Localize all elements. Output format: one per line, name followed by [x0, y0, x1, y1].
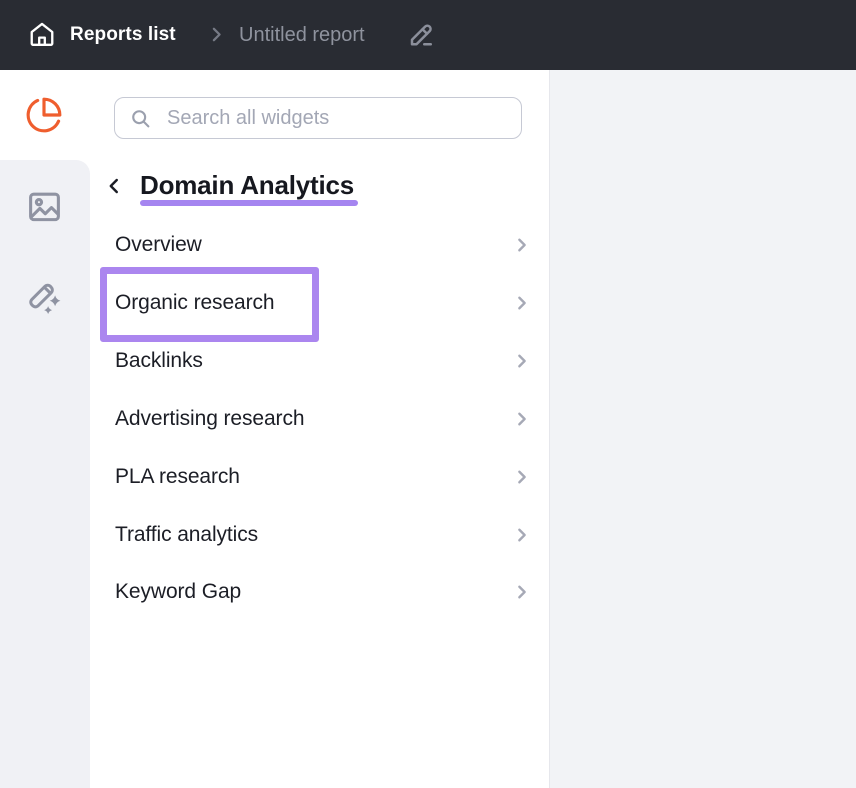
magic-wand-icon	[25, 277, 63, 315]
chevron-right-icon	[513, 468, 531, 486]
menu-item-label: PLA research	[115, 459, 240, 495]
chevron-right-icon	[513, 294, 531, 312]
back-chevron-icon[interactable]	[103, 175, 125, 197]
chevron-right-icon	[513, 583, 531, 601]
menu-item-label: Advertising research	[115, 401, 304, 437]
menu-item-label: Overview	[115, 227, 202, 263]
search-input[interactable]	[115, 98, 521, 138]
widget-search-box	[114, 97, 522, 139]
sidebar-item-images[interactable]	[26, 188, 63, 225]
menu-item-label: Traffic analytics	[115, 517, 258, 553]
sidebar-rail	[0, 160, 90, 788]
chevron-right-icon	[513, 526, 531, 544]
top-header-bar: Reports list Untitled report	[0, 0, 856, 70]
sidebar-item-widgets[interactable]	[0, 70, 90, 160]
edit-pencil-icon[interactable]	[407, 19, 437, 49]
section-title: Domain Analytics	[140, 170, 354, 201]
pie-chart-icon	[25, 96, 63, 134]
chevron-right-icon	[513, 352, 531, 370]
image-icon	[26, 188, 63, 225]
menu-item-keyword-gap[interactable]: Keyword Gap	[100, 574, 545, 610]
home-icon[interactable]	[28, 20, 56, 48]
sidebar-item-ai-tools[interactable]	[25, 277, 63, 315]
chevron-right-icon	[513, 410, 531, 428]
menu-item-pla-research[interactable]: PLA research	[100, 459, 545, 495]
menu-item-label: Keyword Gap	[115, 574, 241, 610]
menu-item-traffic-analytics[interactable]: Traffic analytics	[100, 517, 545, 553]
report-canvas	[549, 70, 856, 788]
report-builder-screen: Reports list Untitled report	[0, 0, 856, 788]
widgets-panel: Domain Analytics Overview Organic resear…	[90, 70, 549, 788]
menu-item-overview[interactable]: Overview	[100, 227, 545, 263]
menu-item-advertising-research[interactable]: Advertising research	[100, 401, 545, 437]
breadcrumb-report-title[interactable]: Untitled report	[239, 0, 365, 70]
menu-item-label: Organic research	[115, 285, 274, 321]
breadcrumb-reports-list[interactable]: Reports list	[70, 0, 176, 70]
menu-item-backlinks[interactable]: Backlinks	[100, 343, 545, 379]
title-underline-annotation	[140, 200, 358, 206]
chevron-right-icon	[513, 236, 531, 254]
menu-item-organic-research[interactable]: Organic research	[100, 285, 545, 321]
chevron-right-icon	[206, 24, 227, 45]
menu-item-label: Backlinks	[115, 343, 203, 379]
